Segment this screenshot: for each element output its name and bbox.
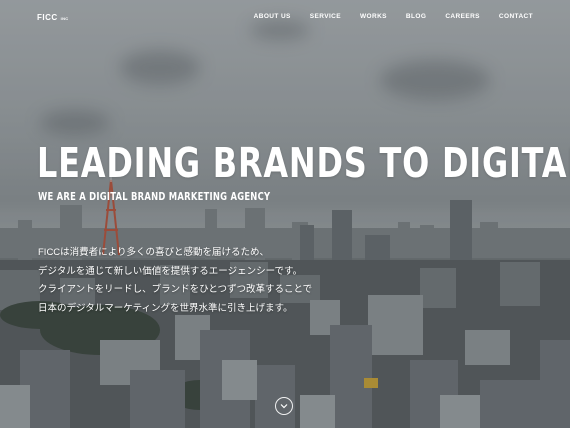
hero-headline: LEADING BRANDS TO DIGITAL bbox=[37, 139, 570, 187]
nav-works[interactable]: WORKS bbox=[360, 13, 387, 20]
logo-suffix: INC bbox=[60, 16, 69, 21]
description-line: デジタルを通じて新しい価値を提供するエージェンシーです。 bbox=[38, 265, 303, 277]
hero-subheadline: WE ARE A DIGITAL BRAND MARKETING AGENCY bbox=[38, 191, 271, 203]
nav-contact[interactable]: CONTACT bbox=[499, 13, 533, 20]
hero-dark-overlay bbox=[0, 0, 570, 428]
logo-text: FICC bbox=[37, 13, 58, 22]
description-line: FICCは消費者により多くの喜びと感動を届けるため、 bbox=[38, 247, 269, 258]
scroll-down-button[interactable] bbox=[275, 397, 293, 415]
nav-blog[interactable]: BLOG bbox=[406, 13, 426, 20]
nav-careers[interactable]: CAREERS bbox=[445, 13, 480, 20]
description-line: 日本のデジタルマーケティングを世界水準に引き上げます。 bbox=[38, 302, 293, 314]
nav-about-us[interactable]: ABOUT US bbox=[254, 13, 291, 20]
hero-description: FICCは消費者により多くの喜びと感動を届けるため、 デジタルを通じて新しい価値… bbox=[38, 244, 312, 318]
nav-service[interactable]: SERVICE bbox=[310, 13, 341, 20]
main-nav: ABOUT US SERVICE WORKS BLOG CAREERS CONT… bbox=[235, 13, 533, 20]
description-line: クライアントをリードし、ブランドをひとつずつ改革することで bbox=[38, 284, 313, 295]
chevron-down-icon bbox=[280, 404, 288, 409]
hero-section bbox=[0, 0, 570, 428]
ficc-logo[interactable]: FICC INC bbox=[37, 13, 68, 22]
